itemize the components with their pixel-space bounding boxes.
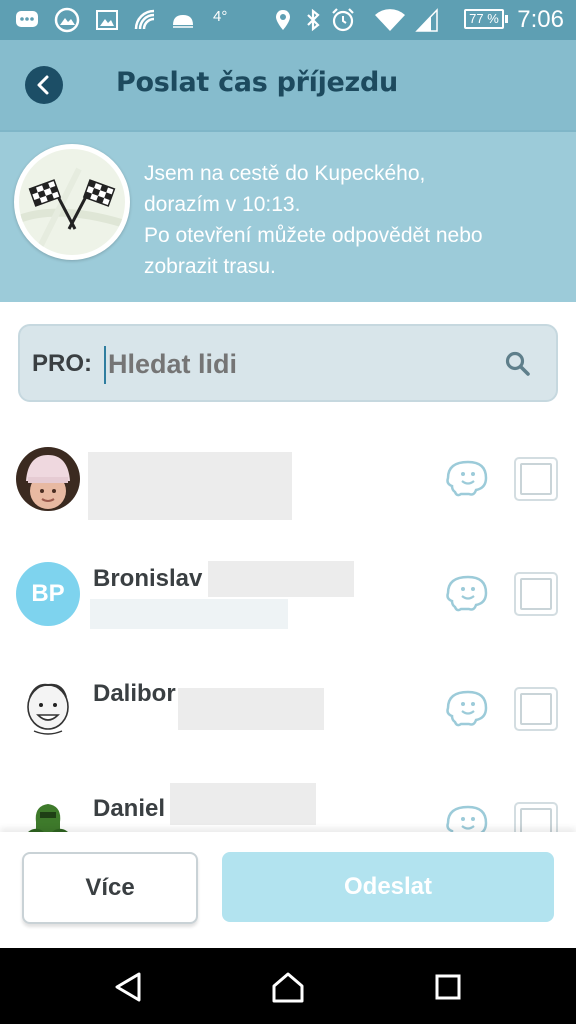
select-checkbox[interactable] [514, 457, 558, 501]
back-arrow-icon [37, 75, 49, 95]
contact-name: Dalibor [93, 680, 176, 707]
back-button[interactable] [25, 66, 63, 104]
page-title: Poslat čas příjezdu [116, 67, 398, 98]
avatar [16, 447, 80, 511]
send-button[interactable]: Odeslat [222, 852, 554, 922]
chat-icon [16, 11, 38, 27]
contact-name: Daniel [93, 795, 166, 822]
cell-signal-icon [415, 8, 438, 32]
status-bar: 4° 77 % 7:06 [0, 0, 576, 40]
hidden-name [88, 452, 292, 520]
select-checkbox[interactable] [514, 687, 558, 731]
nfc-icon [134, 9, 155, 30]
waze-icon [446, 805, 488, 832]
navigation-bar [0, 948, 576, 1024]
contact-row[interactable]: Daniel [0, 765, 576, 832]
search-box[interactable]: PRO: [18, 324, 558, 402]
message-line: zobrazit trasu. [144, 255, 276, 278]
message-line: Jsem na cestě do Kupeckého, [144, 162, 426, 185]
select-checkbox[interactable] [514, 572, 558, 616]
location-icon [276, 10, 290, 30]
contact-name: Bronislav [93, 565, 203, 592]
message-line: Po otevření můžete odpovědět nebo [144, 224, 483, 247]
back-icon[interactable] [111, 970, 145, 1004]
select-checkbox[interactable] [514, 802, 558, 832]
text-cursor [104, 346, 106, 384]
gallery-icon [54, 7, 80, 33]
signal-number: 4° [213, 8, 228, 25]
more-button[interactable]: Více [22, 852, 198, 924]
hidden-surname [178, 688, 324, 730]
arrival-message: Jsem na cestě do Kupeckého, dorazím v 10… [144, 158, 564, 282]
waze-icon [446, 690, 488, 727]
contact-row[interactable]: Dalibor [0, 650, 576, 766]
clock: 7:06 [517, 6, 564, 33]
waze-icon [446, 460, 488, 497]
search-icon[interactable] [504, 350, 532, 378]
message-line: dorazím v 10:13. [144, 193, 301, 216]
cloud-icon [173, 15, 193, 28]
wifi-icon [375, 9, 405, 32]
recents-icon[interactable] [431, 970, 465, 1004]
bluetooth-icon [307, 8, 320, 32]
search-prefix: PRO: [32, 350, 92, 377]
action-bar: Více Odeslat [0, 832, 576, 948]
battery-icon: 77 % [464, 9, 508, 29]
header: Poslat čas příjezdu [0, 40, 576, 130]
message-banner: Jsem na cestě do Kupeckého, dorazím v 10… [0, 130, 576, 304]
hidden-detail [90, 599, 288, 629]
checkered-flags-icon [19, 149, 125, 255]
image-icon [96, 10, 118, 30]
avatar-initials: BP [16, 562, 80, 626]
contact-row[interactable]: BP Bronislav [0, 535, 576, 651]
search-input[interactable] [108, 349, 488, 380]
hidden-surname [208, 561, 354, 597]
hidden-surname [170, 783, 316, 825]
alarm-icon [332, 8, 354, 32]
contact-row[interactable] [0, 420, 576, 536]
avatar [16, 677, 80, 741]
waze-icon [446, 575, 488, 612]
avatar [16, 792, 80, 832]
home-icon[interactable] [271, 970, 305, 1004]
destination-avatar [14, 144, 130, 260]
recipient-search-area: PRO: [0, 302, 576, 421]
